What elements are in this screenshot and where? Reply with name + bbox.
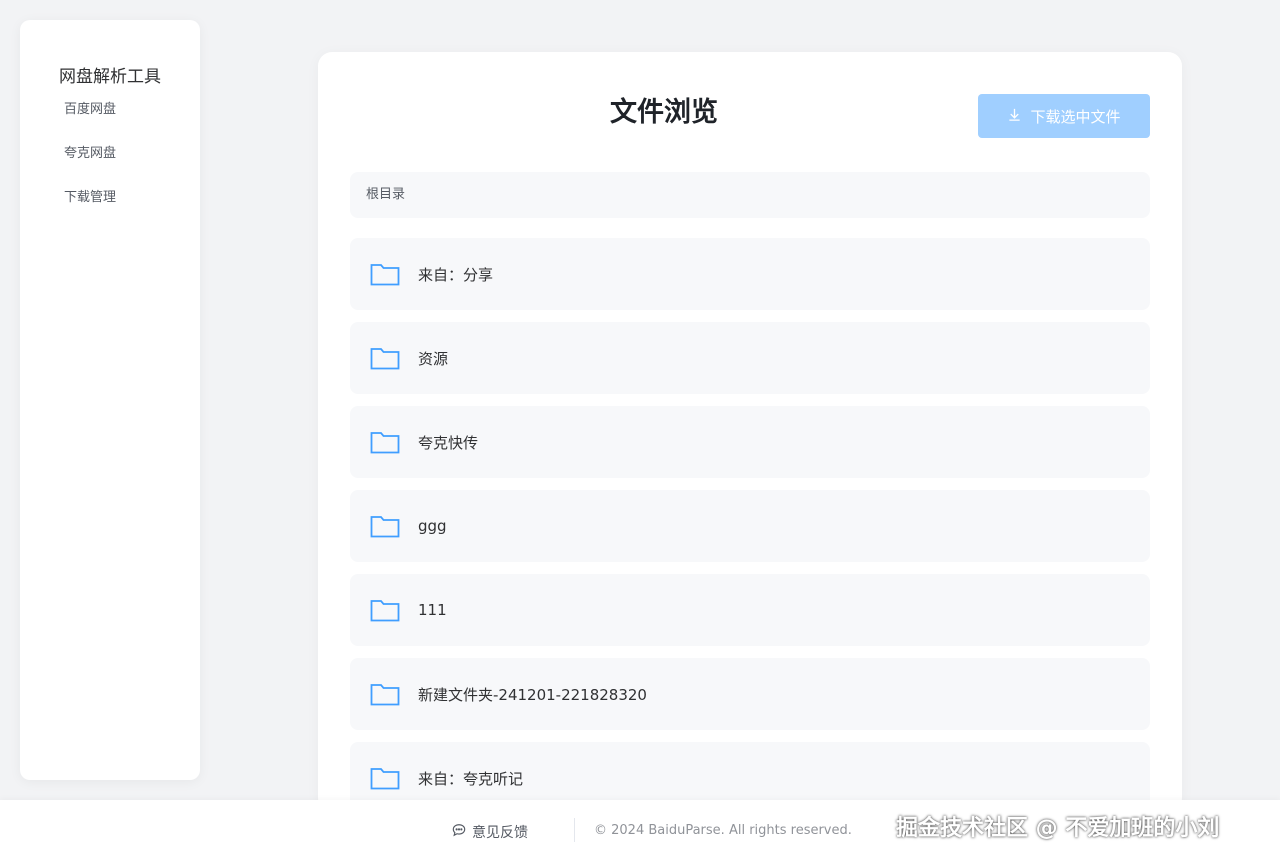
file-name: 来自：夸克听记 xyxy=(418,769,524,788)
file-row[interactable]: 资源 xyxy=(350,322,1150,394)
folder-icon xyxy=(370,682,400,706)
file-row[interactable]: 111 xyxy=(350,574,1150,646)
copyright-text: © 2024 BaiduParse. All rights reserved. xyxy=(594,823,852,838)
footer: 意见反馈 © 2024 BaiduParse. All rights reser… xyxy=(0,800,1280,861)
download-selected-button[interactable]: 下载选中文件 xyxy=(978,94,1150,138)
download-button-label: 下载选中文件 xyxy=(1030,108,1121,126)
sidebar-item-baidu[interactable]: 百度网盘 xyxy=(64,98,116,117)
sidebar-item-quark[interactable]: 夸克网盘 xyxy=(64,142,116,161)
file-name: 新建文件夹-241201-221828320 xyxy=(418,685,647,704)
breadcrumb-root[interactable]: 根目录 xyxy=(366,187,405,202)
folder-icon xyxy=(370,514,400,538)
feedback-link[interactable]: 意见反馈 xyxy=(452,822,528,842)
folder-icon xyxy=(370,430,400,454)
chat-bubble-icon xyxy=(452,823,466,841)
footer-divider xyxy=(574,818,575,842)
file-row[interactable]: 夸克快传 xyxy=(350,406,1150,478)
sidebar-title: 网盘解析工具 xyxy=(59,67,161,87)
folder-icon xyxy=(370,598,400,622)
page-title: 文件浏览 xyxy=(610,97,718,128)
file-name: ggg xyxy=(418,517,447,535)
folder-icon xyxy=(370,262,400,286)
file-browser-panel: 文件浏览 下载选中文件 根目录 来自：分享 资源 夸克快传 ggg 111 新建… xyxy=(318,52,1182,814)
sidebar-item-downloads[interactable]: 下载管理 xyxy=(64,186,116,205)
file-name: 资源 xyxy=(418,349,449,368)
file-name: 来自：分享 xyxy=(418,265,494,284)
download-icon xyxy=(1007,107,1022,126)
folder-icon xyxy=(370,346,400,370)
feedback-label: 意见反馈 xyxy=(472,825,528,841)
folder-icon xyxy=(370,766,400,790)
file-row[interactable]: 来自：分享 xyxy=(350,238,1150,310)
file-row[interactable]: 新建文件夹-241201-221828320 xyxy=(350,658,1150,730)
breadcrumb[interactable]: 根目录 xyxy=(350,172,1150,218)
file-name: 夸克快传 xyxy=(418,433,479,452)
watermark: 掘金技术社区 @ 不爱加班的小刘 xyxy=(896,816,1220,841)
file-row[interactable]: ggg xyxy=(350,490,1150,562)
file-name: 111 xyxy=(418,601,447,619)
sidebar: 网盘解析工具 百度网盘 夸克网盘 下载管理 xyxy=(20,20,200,780)
